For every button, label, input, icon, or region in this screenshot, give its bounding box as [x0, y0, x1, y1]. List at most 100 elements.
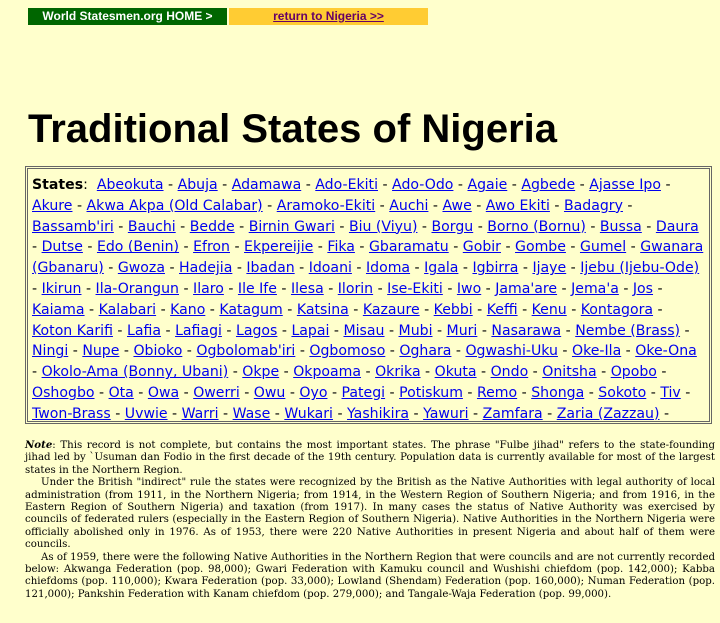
state-link[interactable]: Oghara [399, 343, 451, 359]
state-link[interactable]: Ado-Odo [392, 177, 453, 193]
state-link[interactable]: Igala [424, 260, 458, 276]
state-link[interactable]: Gwoza [118, 260, 165, 276]
state-link[interactable]: Owu [254, 385, 286, 401]
state-link[interactable]: Wase [233, 406, 271, 421]
state-link[interactable]: Jos [633, 281, 653, 297]
state-link[interactable]: Okuta [435, 364, 477, 380]
state-link[interactable]: Bussa [600, 219, 642, 235]
state-link[interactable]: Adamawa [232, 177, 302, 193]
state-link[interactable]: Igbirra [472, 260, 518, 276]
state-link[interactable]: Kano [170, 302, 205, 318]
state-link[interactable]: Oke-Ila [572, 343, 621, 359]
state-link[interactable]: Biu (Viyu) [349, 219, 418, 235]
state-link[interactable]: Nembe (Brass) [575, 323, 680, 339]
state-link[interactable]: Ogbolomab'iri [196, 343, 295, 359]
state-link[interactable]: Ilaro [193, 281, 224, 297]
state-link[interactable]: Borno (Bornu) [487, 219, 586, 235]
state-link[interactable]: Ijaye [532, 260, 566, 276]
state-link[interactable]: Obioko [133, 343, 182, 359]
state-link[interactable]: Awe [442, 198, 471, 214]
state-link[interactable]: Tiv [660, 385, 680, 401]
state-link[interactable]: Okpoama [293, 364, 361, 380]
state-link[interactable]: Ado-Ekiti [315, 177, 378, 193]
state-link[interactable]: Mubi [399, 323, 433, 339]
state-link[interactable]: Gbaramatu [369, 239, 449, 255]
state-link[interactable]: Ilorin [338, 281, 373, 297]
state-link[interactable]: Iwo [457, 281, 481, 297]
state-link[interactable]: Yawuri [423, 406, 468, 421]
state-link[interactable]: Ibadan [246, 260, 294, 276]
state-link[interactable]: Akwa Akpa (Old Calabar) [87, 198, 263, 214]
state-link[interactable]: Misau [343, 323, 384, 339]
state-link[interactable]: Koton Karifi [32, 323, 113, 339]
state-link[interactable]: Ningi [32, 343, 68, 359]
state-link[interactable]: Abuja [178, 177, 218, 193]
state-link[interactable]: Lafia [127, 323, 161, 339]
state-link[interactable]: Ogwashi-Uku [465, 343, 557, 359]
state-link[interactable]: Kaiama [32, 302, 85, 318]
state-link[interactable]: Okolo-Ama (Bonny, Ubani) [42, 364, 229, 380]
state-link[interactable]: Aramoko-Ekiti [277, 198, 375, 214]
state-link[interactable]: Ilesa [291, 281, 324, 297]
state-link[interactable]: Edo (Benin) [97, 239, 179, 255]
state-link[interactable]: Idoma [366, 260, 410, 276]
state-link[interactable]: Owa [148, 385, 179, 401]
state-link[interactable]: Shonga [531, 385, 584, 401]
state-link[interactable]: Owerri [193, 385, 240, 401]
state-link[interactable]: Onitsha [542, 364, 596, 380]
state-link[interactable]: Keffi [487, 302, 518, 318]
state-link[interactable]: Fika [327, 239, 355, 255]
state-link[interactable]: Sokoto [598, 385, 646, 401]
state-link[interactable]: Yashikira [347, 406, 409, 421]
state-link[interactable]: Lapai [291, 323, 329, 339]
state-link[interactable]: Bassamb'iri [32, 219, 114, 235]
state-link[interactable]: Opobo [611, 364, 657, 380]
state-link[interactable]: Ikirun [42, 281, 82, 297]
state-link[interactable]: Lafiagi [175, 323, 222, 339]
state-link[interactable]: Jema'a [571, 281, 619, 297]
state-link[interactable]: Nupe [82, 343, 119, 359]
state-link[interactable]: Bedde [190, 219, 235, 235]
state-link[interactable]: Ise-Ekiti [387, 281, 443, 297]
return-to-nigeria-link-button[interactable]: return to Nigeria >> [229, 8, 428, 25]
state-link[interactable]: Okpe [242, 364, 279, 380]
state-link[interactable]: Kebbi [434, 302, 473, 318]
state-link[interactable]: Potiskum [399, 385, 463, 401]
state-link[interactable]: Idoani [309, 260, 352, 276]
state-link[interactable]: Uvwie [125, 406, 168, 421]
state-link[interactable]: Gombe [515, 239, 566, 255]
state-link[interactable]: Remo [477, 385, 517, 401]
state-link[interactable]: Kalabari [99, 302, 156, 318]
state-link[interactable]: Auchi [389, 198, 428, 214]
state-link[interactable]: Kontagora [581, 302, 653, 318]
state-link[interactable]: Ota [109, 385, 134, 401]
state-link[interactable]: Twon-Brass [32, 406, 111, 421]
state-link[interactable]: Pategi [342, 385, 386, 401]
state-link[interactable]: Ile Ife [238, 281, 277, 297]
state-link[interactable]: Muri [447, 323, 478, 339]
state-link[interactable]: Abeokuta [97, 177, 164, 193]
state-link[interactable]: Katagum [219, 302, 282, 318]
state-link[interactable]: Okrika [375, 364, 421, 380]
state-link[interactable]: Ajasse Ipo [589, 177, 661, 193]
state-link[interactable]: Zaria (Zazzau) [557, 406, 660, 421]
state-link[interactable]: Birnin Gwari [249, 219, 335, 235]
state-link[interactable]: Gobir [463, 239, 501, 255]
state-link[interactable]: Zamfara [483, 406, 543, 421]
state-link[interactable]: Agaie [467, 177, 507, 193]
state-link[interactable]: Akure [32, 198, 72, 214]
state-link[interactable]: Awo Ekiti [486, 198, 550, 214]
state-link[interactable]: Lagos [236, 323, 277, 339]
state-link[interactable]: Oyo [299, 385, 327, 401]
state-link[interactable]: Kazaure [363, 302, 420, 318]
state-link[interactable]: Hadejia [179, 260, 232, 276]
state-link[interactable]: Badagry [564, 198, 623, 214]
state-link[interactable]: Ekpereijie [244, 239, 313, 255]
state-link[interactable]: Dutse [42, 239, 83, 255]
state-link[interactable]: Wukari [284, 406, 333, 421]
state-link[interactable]: Kenu [532, 302, 567, 318]
state-link[interactable]: Efron [193, 239, 230, 255]
state-link[interactable]: Katsina [297, 302, 349, 318]
state-link[interactable]: Daura [656, 219, 699, 235]
state-link[interactable]: Oke-Ona [635, 343, 697, 359]
